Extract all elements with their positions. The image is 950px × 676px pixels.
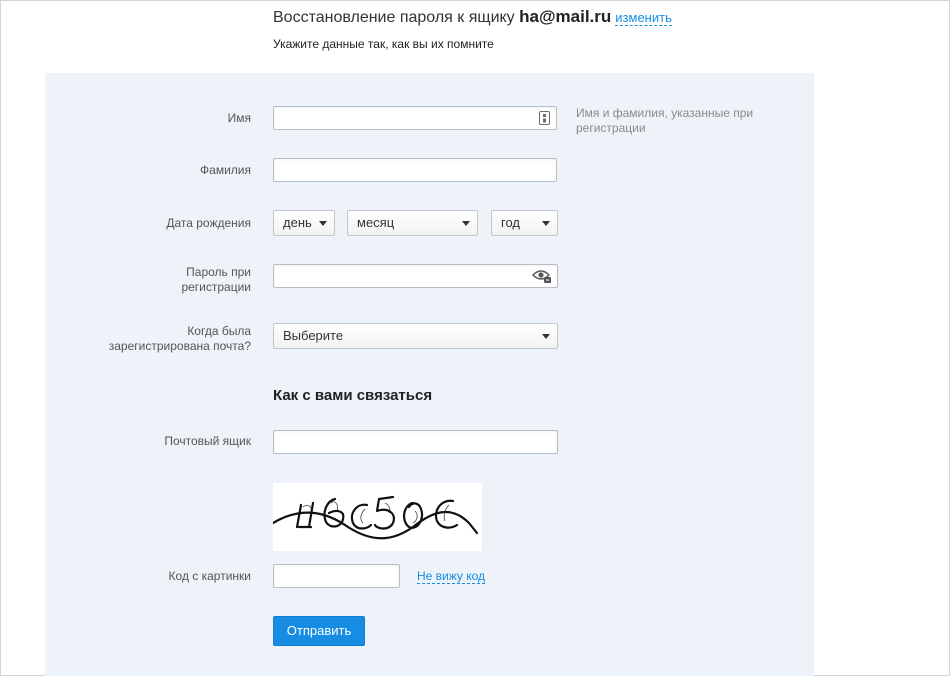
last-name-label: Фамилия [200, 163, 251, 177]
submit-button[interactable]: Отправить [273, 616, 365, 646]
contact-card-icon [538, 111, 551, 130]
captcha-image [271, 483, 482, 551]
captcha-input[interactable] [273, 564, 400, 588]
birth-month-value: месяц [357, 215, 395, 230]
birth-day-select[interactable]: день [273, 210, 335, 236]
chevron-down-icon [542, 221, 550, 226]
chevron-down-icon [542, 334, 550, 339]
birth-year-select[interactable]: год [491, 210, 558, 236]
reg-date-select[interactable]: Выберите [273, 323, 558, 349]
account-email: ha@mail.ru [519, 7, 612, 26]
page-title: Восстановление пароля к ящику ha@mail.ru… [273, 7, 672, 27]
reg-date-value: Выберите [283, 328, 344, 343]
reg-date-label-line1: Когда была [187, 324, 251, 338]
birth-year-value: год [501, 215, 520, 230]
contact-section-title: Как с вами связаться [273, 387, 433, 404]
page-subtitle: Укажите данные так, как вы их помните [273, 37, 494, 51]
mailbox-label: Почтовый ящик [164, 434, 251, 448]
last-name-input[interactable] [273, 158, 557, 182]
password-input[interactable] [273, 264, 558, 288]
reg-date-label: Когда была зарегистрирована почта? [45, 324, 251, 354]
captcha-label: Код с картинки [168, 569, 251, 583]
chevron-down-icon [319, 221, 327, 226]
name-hint: Имя и фамилия, указанные при регистрации [576, 106, 754, 135]
first-name-input[interactable] [273, 106, 557, 130]
eye-icon[interactable] [532, 268, 552, 289]
birth-date-label: Дата рождения [166, 216, 251, 230]
page-title-text: Восстановление пароля к ящику [273, 9, 520, 26]
reg-date-label-line2: зарегистрирована почта? [108, 339, 251, 353]
password-label: Пароль при регистрации [45, 265, 251, 295]
password-label-line1: Пароль при [186, 265, 251, 279]
birth-month-select[interactable]: месяц [347, 210, 478, 236]
mailbox-input[interactable] [273, 430, 558, 454]
cant-see-code-link[interactable]: Не вижу код [417, 569, 486, 584]
change-email-link[interactable]: изменить [615, 10, 672, 26]
chevron-down-icon [462, 221, 470, 226]
password-label-line2: регистрации [181, 280, 251, 294]
birth-day-value: день [283, 215, 312, 230]
first-name-label: Имя [227, 111, 251, 125]
